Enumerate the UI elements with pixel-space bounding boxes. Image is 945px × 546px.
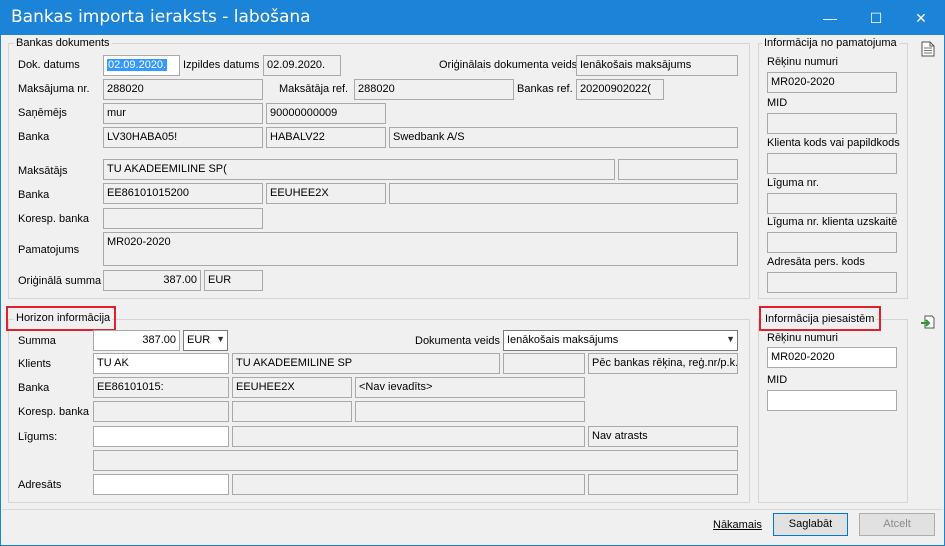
orig-summa-label: Oriģinālā summa — [18, 275, 102, 287]
h-klients-method-field[interactable]: Pēc bankas rēķina, reģ.nr/p.k. — [588, 353, 738, 374]
pi-liguma-klienta-field[interactable] — [767, 232, 897, 253]
maksatajs-label: Maksātājs — [18, 165, 68, 177]
banka-iban-field[interactable]: LV30HABA05! — [103, 127, 263, 148]
h-ligums-status-field[interactable]: Nav atrasts — [588, 426, 738, 447]
horizon-highlight-box — [6, 306, 116, 331]
h-dok-veids-value: Ienākošais maksājums — [507, 334, 619, 346]
dok-datums-value: 02.09.2020. — [107, 59, 168, 71]
h-ligums-extra-field[interactable] — [93, 450, 738, 471]
pe-mid-field[interactable] — [767, 390, 897, 411]
h-banka-label: Banka — [18, 382, 50, 394]
h-currency-value: EUR — [187, 334, 211, 346]
h-klients-name-field[interactable]: TU AKADEEMILINE SP — [232, 353, 500, 374]
next-link[interactable]: Nākamais — [713, 519, 762, 531]
h-koresp-label: Koresp. banka — [18, 406, 89, 418]
koresp-banka-label: Koresp. banka — [18, 213, 89, 225]
chevron-down-icon: ▼ — [216, 334, 225, 344]
h-klients-label: Klients — [18, 358, 52, 370]
maksataja-ref-label: Maksātāja ref. — [279, 83, 349, 95]
maks-nr-field[interactable]: 288020 — [103, 79, 263, 100]
h-banka-name-field[interactable]: <Nav ievadīts> — [355, 377, 585, 398]
pi-mid-field[interactable] — [767, 113, 897, 134]
orig-summa-currency-field[interactable]: EUR — [204, 270, 263, 291]
h-banka-bic-field[interactable]: EEUHEE2X — [232, 377, 352, 398]
izpildes-datums-field[interactable]: 02.09.2020. — [263, 55, 341, 76]
pamatojums-info-title: Informācija no pamatojuma — [762, 37, 899, 49]
bank-document-title: Bankas dokuments — [14, 37, 112, 49]
banka2-name-field[interactable] — [389, 183, 738, 204]
banka2-iban-field[interactable]: EE86101015200 — [103, 183, 263, 204]
maximize-icon[interactable]: ☐ — [853, 1, 899, 35]
bankas-ref-field[interactable]: 20200902022( — [576, 79, 664, 100]
h-ligums-label: Līgums: — [18, 431, 58, 443]
h-koresp-iban-field[interactable] — [93, 401, 229, 422]
dialog-window: Bankas importa ieraksts - labošana — ☐ ✕… — [0, 0, 945, 546]
maks-nr-label: Maksājuma nr. — [18, 83, 90, 95]
h-koresp-bic-field[interactable] — [232, 401, 352, 422]
pi-rekinu-field[interactable]: MR020-2020 — [767, 72, 897, 93]
window-title: Bankas importa ieraksts - labošana — [11, 7, 311, 27]
pe-rekinu-field[interactable]: MR020-2020 — [767, 347, 897, 368]
link-import-icon[interactable] — [920, 314, 936, 330]
cancel-button[interactable]: Atcelt — [859, 513, 935, 536]
h-koresp-name-field[interactable] — [355, 401, 585, 422]
h-ligums-field[interactable] — [93, 426, 229, 447]
maksatajs-extra-field[interactable] — [618, 159, 738, 180]
koresp-banka-field[interactable] — [103, 208, 263, 229]
banka-name-field[interactable]: Swedbank A/S — [389, 127, 738, 148]
sanemejs-code-field[interactable]: 90000000009 — [266, 103, 386, 124]
h-adresats-label: Adresāts — [18, 479, 62, 491]
orig-dok-veids-label: Oriģinālais dokumenta veids — [439, 59, 578, 71]
bankas-ref-label: Bankas ref. — [517, 83, 573, 95]
h-currency-select[interactable]: EUR ▼ — [183, 330, 228, 351]
piesaistem-highlight-box — [759, 306, 881, 331]
pamatojums-field[interactable]: MR020-2020 — [103, 232, 738, 266]
h-adresats-extra-field[interactable] — [588, 474, 738, 495]
h-adresats-name-field[interactable] — [232, 474, 585, 495]
h-summa-field[interactable]: 387.00 — [93, 330, 180, 351]
h-banka-iban-field[interactable]: EE86101015: — [93, 377, 229, 398]
maksatajs-field[interactable]: TU AKADEEMILINE SP( — [103, 159, 615, 180]
maksataja-ref-field[interactable]: 288020 — [354, 79, 514, 100]
pi-liguma-field[interactable] — [767, 193, 897, 214]
banka2-label: Banka — [18, 189, 50, 201]
h-dok-veids-select[interactable]: Ienākošais maksājums ▼ — [503, 330, 738, 351]
sanemejs-name-field[interactable]: mur — [103, 103, 263, 124]
dok-datums-label: Dok. datums — [18, 59, 80, 71]
pi-rekinu-label: Rēķinu numuri — [767, 56, 838, 68]
close-icon[interactable]: ✕ — [898, 1, 944, 35]
pamatojums-label: Pamatojums — [18, 244, 80, 256]
title-bar: Bankas importa ieraksts - labošana — ☐ ✕ — [1, 1, 944, 35]
pi-klienta-kods-field[interactable] — [767, 153, 897, 174]
dok-datums-field[interactable]: 02.09.2020. — [103, 55, 180, 76]
pi-liguma-klienta-label: Līguma nr. klienta uzskaitē — [767, 216, 898, 228]
h-klients-code-field[interactable]: TU AK — [93, 353, 229, 374]
pi-adresata-field[interactable] — [767, 272, 897, 293]
orig-dok-veids-field[interactable]: Ienākošais maksājums — [576, 55, 738, 76]
izpildes-datums-label: Izpildes datums — [183, 59, 260, 71]
h-summa-label: Summa — [18, 335, 56, 347]
h-klients-mid-field[interactable] — [503, 353, 585, 374]
pi-adresata-label: Adresāta pers. kods — [767, 256, 865, 268]
banka-bic-field[interactable]: HABALV22 — [266, 127, 386, 148]
h-ligums-desc-field[interactable] — [232, 426, 585, 447]
pi-klienta-kods-label: Klienta kods vai papildkods — [767, 137, 900, 149]
save-button[interactable]: Saglabāt — [773, 513, 848, 536]
sanemejs-label: Saņēmējs — [18, 107, 67, 119]
banka2-bic-field[interactable]: EEUHEE2X — [266, 183, 386, 204]
banka-label: Banka — [18, 131, 50, 143]
pe-mid-label: MID — [767, 374, 788, 386]
footer-divider — [2, 509, 943, 510]
pi-liguma-label: Līguma nr. — [767, 177, 819, 189]
pi-mid-label: MID — [767, 97, 788, 109]
orig-summa-field[interactable]: 387.00 — [103, 270, 201, 291]
pe-rekinu-label: Rēķinu numuri — [767, 332, 838, 344]
minimize-icon[interactable]: — — [807, 1, 853, 35]
chevron-down-icon: ▼ — [726, 334, 735, 344]
h-adresats-field[interactable] — [93, 474, 229, 495]
h-dok-veids-label: Dokumenta veids — [415, 335, 500, 347]
document-icon[interactable] — [921, 41, 935, 57]
